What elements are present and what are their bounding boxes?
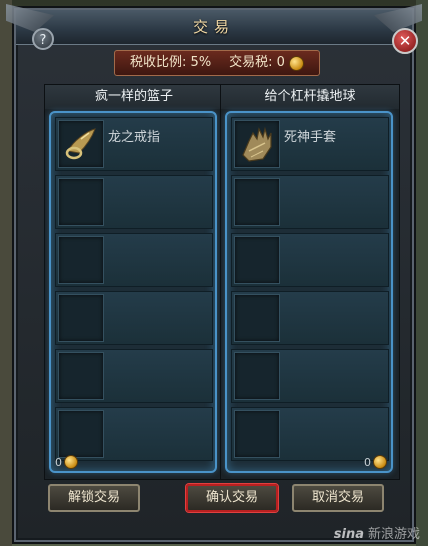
tax-info-bar: 税收比例: 5% 交易税: 0	[114, 50, 320, 76]
trade-slot[interactable]	[55, 175, 213, 229]
left-slot-area: 龙之戒指 0	[49, 111, 217, 473]
trade-slot[interactable]	[55, 407, 213, 461]
right-trade-panel: 给个杠杆撬地球 死神手套 0	[220, 84, 400, 480]
title-bar[interactable]: 交易	[6, 4, 412, 45]
empty-slot-icon	[234, 410, 280, 458]
close-button[interactable]: ✕	[392, 28, 418, 54]
trade-slot[interactable]	[231, 175, 389, 229]
trade-slot[interactable]	[55, 233, 213, 287]
trade-slot[interactable]	[231, 233, 389, 287]
tax-rate-label: 税收比例: 5%	[130, 55, 212, 70]
confirm-trade-button[interactable]: 确认交易	[186, 484, 278, 512]
watermark: sina 新浪游戏	[334, 523, 420, 542]
help-button[interactable]: ?	[32, 28, 54, 50]
unlock-trade-button[interactable]: 解锁交易	[48, 484, 140, 512]
gauntlet-icon	[242, 126, 272, 162]
gold-value: 0	[55, 455, 62, 469]
left-player-name: 疯一样的篮子	[45, 85, 223, 109]
right-slot-area: 死神手套 0	[225, 111, 393, 473]
trade-tax-label: 交易税: 0	[229, 55, 285, 70]
right-gold-amount: 0	[364, 455, 387, 469]
left-trade-panel: 疯一样的篮子 龙之戒指 0	[44, 84, 224, 480]
trade-slot[interactable]: 死神手套	[231, 117, 389, 171]
sina-logo: sina	[333, 527, 364, 542]
empty-slot-icon	[58, 294, 104, 342]
empty-slot-icon	[234, 178, 280, 226]
empty-slot-icon	[234, 236, 280, 284]
trade-slot[interactable]	[55, 291, 213, 345]
trade-slot[interactable]	[55, 349, 213, 403]
window-title: 交易	[192, 18, 235, 36]
watermark-text: 新浪游戏	[367, 527, 420, 542]
empty-slot-icon	[234, 294, 280, 342]
trade-slot[interactable]: 龙之戒指	[55, 117, 213, 171]
slot-icon	[58, 120, 104, 168]
ring-icon	[65, 128, 96, 160]
trade-slot[interactable]	[231, 291, 389, 345]
item-name: 死神手套	[284, 130, 337, 145]
empty-slot-icon	[58, 236, 104, 284]
right-player-name: 给个杠杆撬地球	[221, 85, 399, 109]
trade-slot[interactable]	[231, 349, 389, 403]
empty-slot-icon	[234, 352, 280, 400]
close-icon: ✕	[398, 32, 412, 50]
left-gold-amount[interactable]: 0	[55, 455, 78, 469]
gold-coin-icon	[64, 455, 78, 469]
slot-icon	[234, 120, 280, 168]
item-name: 龙之戒指	[108, 130, 161, 145]
empty-slot-icon	[58, 352, 104, 400]
trade-window: 交易 ? ✕ 税收比例: 5% 交易税: 0 疯一样的篮子 龙之戒指 0 给个杠…	[6, 4, 414, 542]
trade-slot[interactable]	[231, 407, 389, 461]
gold-value: 0	[364, 455, 371, 469]
empty-slot-icon	[58, 178, 104, 226]
cancel-trade-button[interactable]: 取消交易	[292, 484, 384, 512]
gold-coin-icon	[373, 455, 387, 469]
empty-slot-icon	[58, 410, 104, 458]
gold-coin-icon	[288, 55, 304, 71]
